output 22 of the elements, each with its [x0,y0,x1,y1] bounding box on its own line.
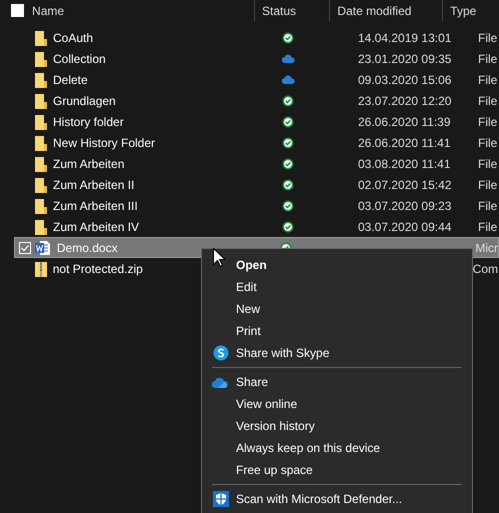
file-type: Com [472,262,498,276]
file-type: File [478,220,498,234]
file-type: File [478,94,498,108]
file-type: Micr [475,240,498,254]
date-modified: 03.07.2020 09:23 [358,198,452,212]
file-type: File [478,136,498,150]
date-modified: 09.03.2020 15:06 [358,72,452,86]
date-modified: 26.06.2020 11:39 [358,114,451,128]
date-modified: 03.08.2020 11:41 [358,156,451,170]
date-modified: 02.07.2020 15:42 [358,178,452,192]
file-type: File [478,114,498,128]
file-type: File [478,72,498,86]
date-modified: 14.04.2019 13:01 [358,30,452,44]
date-modified: 23.01.2020 09:35 [358,52,452,66]
file-type: File [478,156,498,170]
date-modified: 26.06.2020 11:41 [358,136,451,150]
file-type: File [478,198,498,212]
file-type: File [478,178,498,192]
date-modified: 03.07.2020 09:44 [358,220,452,234]
date-modified: 23.07.2020 12:20 [358,94,452,108]
file-type: File [478,52,498,66]
file-type: File [478,30,498,44]
